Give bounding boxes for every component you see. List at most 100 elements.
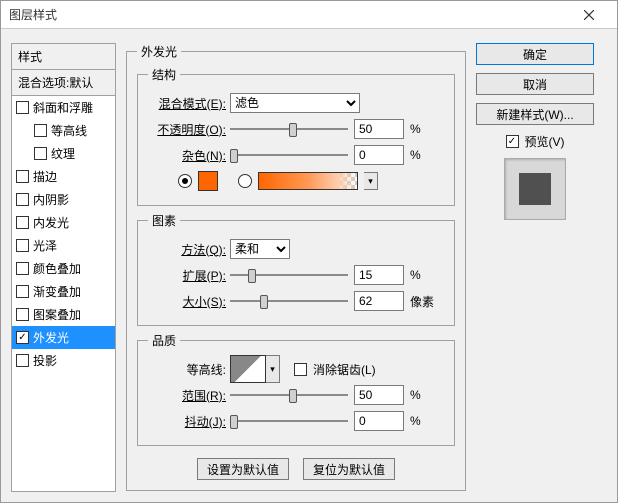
titlebar: 图层样式	[1, 1, 617, 29]
color-radio[interactable]	[178, 174, 192, 188]
noise-slider[interactable]	[230, 145, 348, 165]
sidebar-item-checkbox[interactable]	[16, 308, 29, 321]
size-input[interactable]	[354, 291, 404, 311]
sidebar-item-checkbox[interactable]	[16, 262, 29, 275]
cancel-button[interactable]: 取消	[476, 73, 594, 95]
sidebar-item-checkbox[interactable]	[16, 193, 29, 206]
spread-label: 扩展(P):	[148, 267, 230, 284]
range-input[interactable]	[354, 385, 404, 405]
technique-label: 方法(Q):	[148, 241, 230, 258]
antialias-label: 消除锯齿(L)	[313, 361, 376, 378]
sidebar-item-checkbox[interactable]	[16, 285, 29, 298]
range-slider[interactable]	[230, 385, 348, 405]
preview-swatch	[519, 173, 551, 205]
window-title: 图层样式	[9, 6, 57, 23]
size-slider[interactable]	[230, 291, 348, 311]
contour-dropdown[interactable]: ▾	[266, 355, 280, 383]
sidebar-item-1[interactable]: 等高线	[12, 119, 115, 142]
color-swatch[interactable]	[198, 171, 218, 191]
sidebar-item-checkbox[interactable]	[16, 331, 29, 344]
sidebar-item-7[interactable]: 颜色叠加	[12, 257, 115, 280]
sidebar-item-11[interactable]: 投影	[12, 349, 115, 372]
close-icon	[584, 10, 594, 20]
blend-mode-label: 混合模式(E):	[148, 95, 230, 112]
sidebar-item-checkbox[interactable]	[34, 147, 47, 160]
opacity-label: 不透明度(O):	[148, 121, 230, 138]
spread-slider[interactable]	[230, 265, 348, 285]
sidebar-item-label: 内发光	[33, 214, 69, 231]
opacity-slider[interactable]	[230, 119, 348, 139]
sidebar-item-10[interactable]: 外发光	[12, 326, 115, 349]
sidebar-item-label: 外发光	[33, 329, 69, 346]
jitter-slider[interactable]	[230, 411, 348, 431]
sidebar-item-5[interactable]: 内发光	[12, 211, 115, 234]
sidebar-item-checkbox[interactable]	[16, 216, 29, 229]
sidebar-item-label: 内阴影	[33, 191, 69, 208]
preview-box	[504, 158, 566, 220]
antialias-checkbox[interactable]	[294, 363, 307, 376]
preview-checkbox[interactable]	[506, 135, 519, 148]
sidebar-item-4[interactable]: 内阴影	[12, 188, 115, 211]
opacity-unit: %	[410, 122, 421, 136]
noise-label: 杂色(N):	[148, 147, 230, 164]
sidebar-item-checkbox[interactable]	[34, 124, 47, 137]
spread-input[interactable]	[354, 265, 404, 285]
jitter-unit: %	[410, 414, 421, 428]
noise-unit: %	[410, 148, 421, 162]
range-unit: %	[410, 388, 421, 402]
size-label: 大小(S):	[148, 293, 230, 310]
sidebar-subheader[interactable]: 混合选项:默认	[11, 69, 116, 95]
quality-legend: 品质	[148, 332, 180, 349]
sidebar-item-checkbox[interactable]	[16, 101, 29, 114]
structure-legend: 结构	[148, 66, 180, 83]
style-list: 斜面和浮雕等高线纹理描边内阴影内发光光泽颜色叠加渐变叠加图案叠加外发光投影	[11, 95, 116, 492]
sidebar-item-checkbox[interactable]	[16, 354, 29, 367]
technique-select[interactable]: 柔和	[230, 239, 290, 259]
close-button[interactable]	[569, 1, 609, 29]
contour-label: 等高线:	[148, 361, 230, 378]
sidebar-item-8[interactable]: 渐变叠加	[12, 280, 115, 303]
sidebar-item-label: 渐变叠加	[33, 283, 81, 300]
opacity-input[interactable]	[354, 119, 404, 139]
panel-title: 外发光	[137, 43, 181, 60]
elements-legend: 图素	[148, 212, 180, 229]
sidebar-item-label: 光泽	[33, 237, 57, 254]
sidebar-item-6[interactable]: 光泽	[12, 234, 115, 257]
new-style-button[interactable]: 新建样式(W)...	[476, 103, 594, 125]
sidebar-item-label: 等高线	[51, 122, 87, 139]
contour-picker[interactable]	[230, 355, 266, 383]
sidebar-item-label: 投影	[33, 352, 57, 369]
structure-group: 结构 混合模式(E): 滤色 不透明度(O): % 杂色(N):	[137, 66, 455, 206]
sidebar-item-0[interactable]: 斜面和浮雕	[12, 96, 115, 119]
sidebar-item-checkbox[interactable]	[16, 170, 29, 183]
noise-input[interactable]	[354, 145, 404, 165]
spread-unit: %	[410, 268, 421, 282]
reset-default-button[interactable]: 复位为默认值	[303, 458, 395, 480]
sidebar-item-label: 斜面和浮雕	[33, 99, 93, 116]
preview-label: 预览(V)	[525, 133, 565, 150]
sidebar-item-9[interactable]: 图案叠加	[12, 303, 115, 326]
sidebar-item-label: 颜色叠加	[33, 260, 81, 277]
right-panel: 确定 取消 新建样式(W)... 预览(V)	[476, 43, 594, 492]
quality-group: 品质 等高线: ▾ 消除锯齿(L)	[137, 332, 455, 446]
outer-glow-panel: 外发光 结构 混合模式(E): 滤色 不透明度(O): %	[126, 43, 466, 491]
gradient-dropdown[interactable]: ▾	[364, 172, 378, 190]
sidebar-item-label: 图案叠加	[33, 306, 81, 323]
jitter-input[interactable]	[354, 411, 404, 431]
gradient-radio[interactable]	[238, 174, 252, 188]
layer-style-dialog: 图层样式 样式 混合选项:默认 斜面和浮雕等高线纹理描边内阴影内发光光泽颜色叠加…	[0, 0, 618, 503]
make-default-button[interactable]: 设置为默认值	[197, 458, 289, 480]
size-unit: 像素	[410, 293, 434, 310]
sidebar-item-label: 描边	[33, 168, 57, 185]
sidebar-item-checkbox[interactable]	[16, 239, 29, 252]
sidebar-item-2[interactable]: 纹理	[12, 142, 115, 165]
range-label: 范围(R):	[148, 387, 230, 404]
elements-group: 图素 方法(Q): 柔和 扩展(P): % 大小(S):	[137, 212, 455, 326]
sidebar-header[interactable]: 样式	[11, 43, 116, 69]
jitter-label: 抖动(J):	[148, 413, 230, 430]
ok-button[interactable]: 确定	[476, 43, 594, 65]
gradient-swatch[interactable]	[258, 172, 358, 190]
blend-mode-select[interactable]: 滤色	[230, 93, 360, 113]
sidebar-item-3[interactable]: 描边	[12, 165, 115, 188]
sidebar-item-label: 纹理	[51, 145, 75, 162]
